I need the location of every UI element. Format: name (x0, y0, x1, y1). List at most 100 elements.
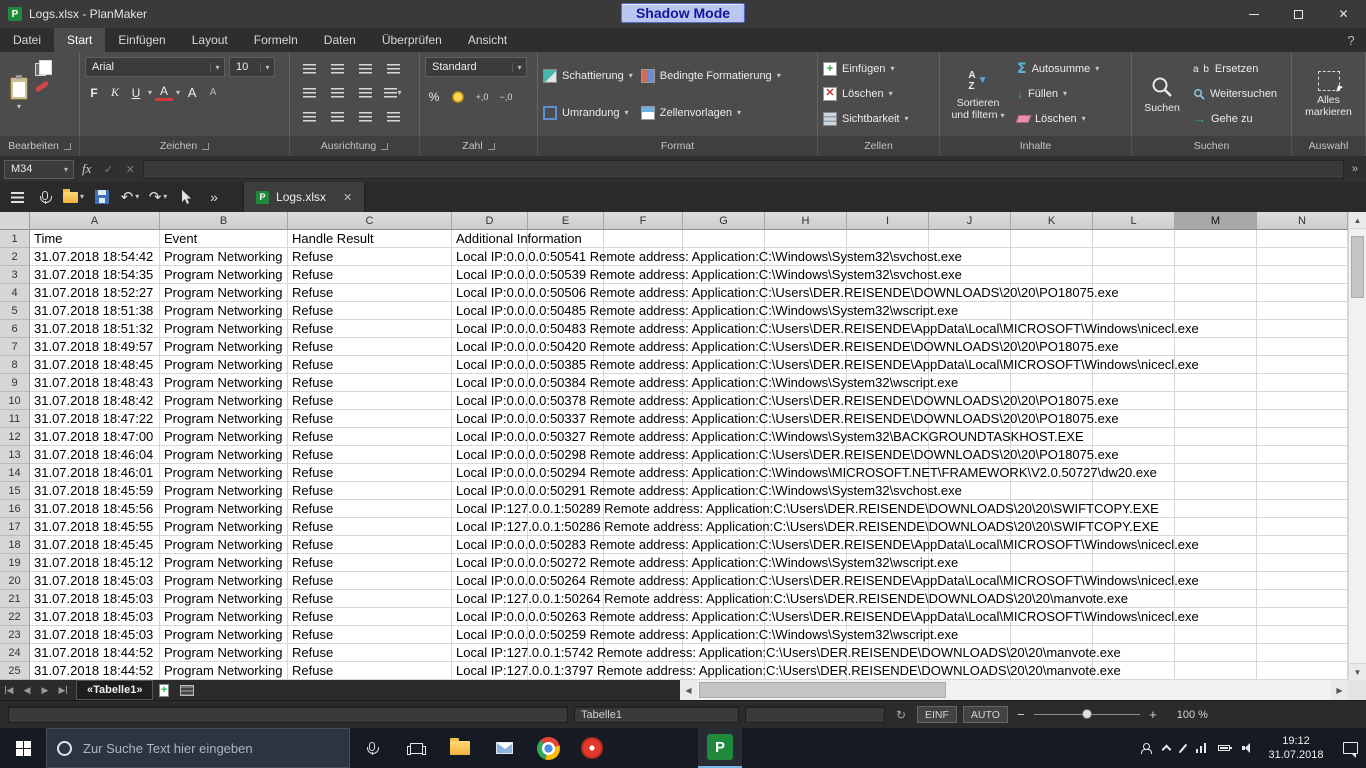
file-explorer-button[interactable] (438, 728, 482, 768)
row-header-13[interactable]: 13 (0, 446, 30, 464)
cell[interactable]: Local IP:0.0.0.0:50283 Remote address: A… (456, 536, 1199, 553)
underline-button[interactable]: U (127, 83, 145, 102)
cell[interactable]: Refuse (292, 590, 333, 607)
tab-einfügen[interactable]: Einfügen (105, 28, 178, 52)
sheet-row-14[interactable]: 1431.07.2018 18:46:01Program NetworkingR… (0, 464, 1348, 482)
autosum-button[interactable]: Σ Autosumme ▾ (1017, 58, 1099, 80)
cell[interactable]: 31.07.2018 18:45:03 (34, 572, 153, 589)
volume-icon[interactable] (1242, 743, 1253, 753)
cell[interactable]: Local IP:127.0.0.1:50264 Remote address:… (456, 590, 1128, 607)
auto-mode-indicator[interactable]: AUTO (963, 706, 1008, 723)
cell[interactable]: 31.07.2018 18:49:57 (34, 338, 153, 355)
cell[interactable]: Refuse (292, 482, 333, 499)
sheet-row-5[interactable]: 531.07.2018 18:51:38Program NetworkingRe… (0, 302, 1348, 320)
horizontal-scroll-thumb[interactable] (699, 682, 946, 698)
scroll-down-button[interactable]: ▼ (1349, 663, 1366, 680)
align-right-button[interactable] (356, 60, 374, 79)
cell[interactable]: 31.07.2018 18:47:00 (34, 428, 153, 445)
main-menu-button[interactable] (4, 184, 30, 210)
formula-input[interactable] (143, 160, 1343, 179)
cell[interactable]: Program Networking (164, 248, 283, 265)
add-decimal-button[interactable]: +,0 (473, 87, 491, 106)
cell[interactable]: Program Networking (164, 482, 283, 499)
cell[interactable]: Program Networking (164, 608, 283, 625)
cell[interactable]: 31.07.2018 18:45:55 (34, 518, 153, 535)
cell[interactable]: 31.07.2018 18:45:45 (34, 536, 153, 553)
cell[interactable]: Local IP:0.0.0.0:50378 Remote address: A… (456, 392, 1119, 409)
format-painter-button[interactable] (35, 84, 49, 89)
cell[interactable]: Refuse (292, 572, 333, 589)
cell-reference-box[interactable]: M34 ▾ (4, 160, 74, 179)
fill-button[interactable]: ↓ Füllen ▾ (1017, 83, 1099, 105)
cell[interactable]: 31.07.2018 18:48:45 (34, 356, 153, 373)
user-icon[interactable] (1141, 743, 1151, 754)
cell[interactable]: Local IP:0.0.0.0:50420 Remote address: A… (456, 338, 1119, 355)
maximize-button[interactable] (1276, 0, 1321, 28)
cell[interactable]: 31.07.2018 18:44:52 (34, 644, 153, 661)
open-file-button[interactable]: ▾ (60, 184, 87, 210)
close-document-icon[interactable]: ✕ (343, 191, 352, 204)
orientation-button[interactable] (300, 108, 318, 127)
confirm-entry-button[interactable]: ✓ (99, 163, 117, 176)
sheet-row-22[interactable]: 2231.07.2018 18:45:03Program NetworkingR… (0, 608, 1348, 626)
cell[interactable]: Program Networking (164, 662, 283, 679)
sort-filter-button[interactable]: AZ ▼ Sortieren und filtern ▾ (945, 57, 1011, 131)
cell[interactable]: Local IP:0.0.0.0:50541 Remote address: A… (456, 248, 962, 265)
cell[interactable]: Refuse (292, 392, 333, 409)
cell[interactable]: Refuse (292, 374, 333, 391)
visibility-button[interactable]: Sichtbarkeit ▾ (823, 108, 934, 130)
row-header-4[interactable]: 4 (0, 284, 30, 302)
goto-button[interactable]: → Gehe zu (1193, 108, 1277, 130)
tab-start[interactable]: Start (54, 28, 105, 52)
cell[interactable]: Refuse (292, 356, 333, 373)
row-header-1[interactable]: 1 (0, 230, 30, 248)
cell[interactable]: 31.07.2018 18:54:42 (34, 248, 153, 265)
sheet-row-18[interactable]: 1831.07.2018 18:45:45Program NetworkingR… (0, 536, 1348, 554)
cell[interactable]: Refuse (292, 320, 333, 337)
cell[interactable]: Program Networking (164, 464, 283, 481)
insert-mode-indicator[interactable]: EINF (917, 706, 957, 723)
cell[interactable]: Local IP:127.0.0.1:50286 Remote address:… (456, 518, 1159, 535)
cell[interactable]: Program Networking (164, 338, 283, 355)
vertical-scrollbar[interactable]: ▲ ▼ (1348, 212, 1366, 680)
align-middle-button[interactable] (328, 84, 346, 103)
shading-button[interactable]: Schattierung ▾ (543, 65, 633, 87)
column-header-F[interactable]: F (604, 212, 683, 230)
cell[interactable]: Program Networking (164, 392, 283, 409)
find-button[interactable]: Suchen (1137, 57, 1187, 131)
cell[interactable]: Program Networking (164, 446, 283, 463)
cell[interactable]: 31.07.2018 18:48:42 (34, 392, 153, 409)
cell[interactable]: Refuse (292, 302, 333, 319)
row-header-12[interactable]: 12 (0, 428, 30, 446)
cell[interactable]: Refuse (292, 626, 333, 643)
zoom-slider[interactable] (1034, 708, 1140, 721)
pen-icon[interactable] (1182, 743, 1184, 754)
cell[interactable]: Program Networking (164, 410, 283, 427)
cell[interactable]: Program Networking (164, 536, 283, 553)
delete-cells-button[interactable]: ✕ Löschen ▾ (823, 83, 934, 105)
clear-contents-button[interactable]: Löschen ▾ (1017, 108, 1099, 130)
tab-ansicht[interactable]: Ansicht (455, 28, 520, 52)
cell[interactable]: Refuse (292, 266, 333, 283)
cell[interactable]: 31.07.2018 18:45:03 (34, 626, 153, 643)
row-header-22[interactable]: 22 (0, 608, 30, 626)
cell[interactable]: Refuse (292, 554, 333, 571)
cell[interactable]: Refuse (292, 446, 333, 463)
first-sheet-button[interactable]: ◀ (0, 680, 18, 700)
select-all-button[interactable]: Alles markieren (1298, 57, 1360, 131)
align-top-button[interactable] (300, 84, 318, 103)
row-header-20[interactable]: 20 (0, 572, 30, 590)
sheet-row-25[interactable]: 2531.07.2018 18:44:52Program NetworkingR… (0, 662, 1348, 680)
column-header-K[interactable]: K (1011, 212, 1093, 230)
cell[interactable]: 31.07.2018 18:51:38 (34, 302, 153, 319)
cell[interactable]: Local IP:0.0.0.0:50294 Remote address: A… (456, 464, 1157, 481)
row-header-21[interactable]: 21 (0, 590, 30, 608)
cell[interactable]: 31.07.2018 18:54:35 (34, 266, 153, 283)
task-view-button[interactable] (394, 728, 438, 768)
sheet-tab-tabelle1[interactable]: «Tabelle1» (76, 680, 153, 700)
cell[interactable]: Local IP:0.0.0.0:50506 Remote address: A… (456, 284, 1119, 301)
close-button[interactable]: ✕ (1321, 0, 1366, 28)
number-format-select[interactable]: Standard ▾ (425, 57, 527, 77)
font-name-select[interactable]: Arial ▾ (85, 57, 225, 77)
row-header-9[interactable]: 9 (0, 374, 30, 392)
